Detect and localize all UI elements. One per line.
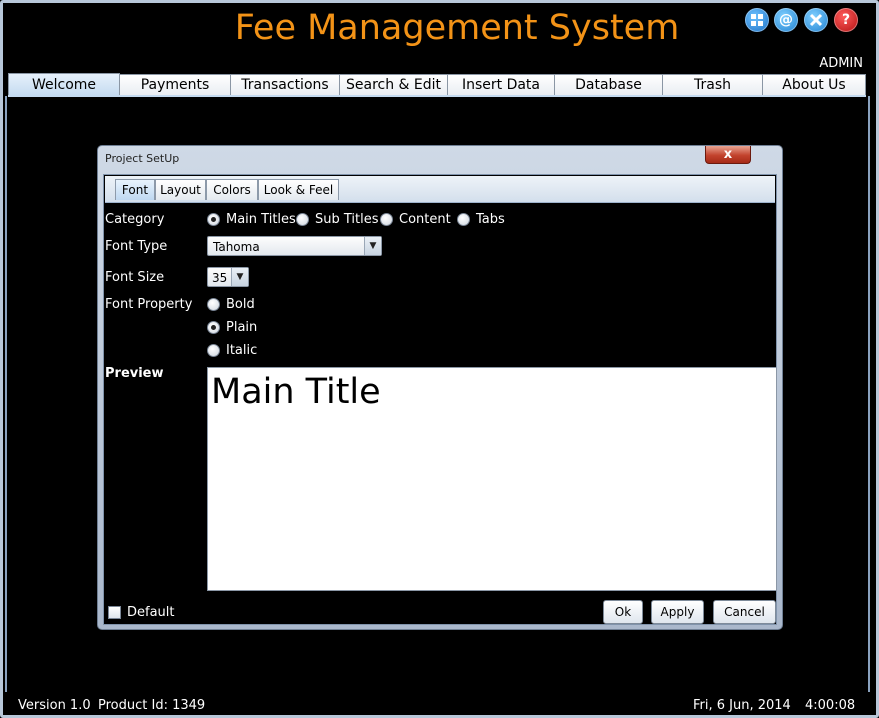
radio-label: Sub Titles	[315, 212, 379, 227]
dialog-title: Project SetUp	[105, 152, 180, 165]
help-icon[interactable]: ?	[834, 8, 858, 32]
tab-search-edit[interactable]: Search & Edit	[339, 74, 448, 95]
main-tabbar: Welcome Payments Transactions Search & E…	[8, 73, 868, 96]
ok-button[interactable]: Ok	[603, 600, 643, 624]
radio-button[interactable]	[207, 213, 220, 226]
tab-database[interactable]: Database	[554, 74, 663, 95]
chevron-down-icon[interactable]: ▼	[364, 237, 381, 255]
radio-button[interactable]	[457, 213, 470, 226]
chevron-down-icon[interactable]: ▼	[231, 268, 248, 286]
radio-button[interactable]	[380, 213, 393, 226]
default-checkbox[interactable]	[108, 606, 121, 619]
radio-label: Plain	[226, 320, 258, 335]
product-id-text: Product Id: 1349	[98, 698, 206, 713]
font-type-value: Tahoma	[213, 240, 260, 254]
version-text: Version 1.0	[18, 698, 91, 713]
radio-label: Main Titles	[226, 212, 296, 227]
project-setup-dialog: Project SetUp x Font Layout Colors Look …	[97, 145, 783, 630]
preview-label: Preview	[105, 366, 164, 381]
radio-button[interactable]	[207, 321, 220, 334]
dialog-body: Font Layout Colors Look & Feel Category …	[103, 174, 777, 625]
font-size-select[interactable]: 35 ▼	[207, 267, 249, 287]
category-main-titles[interactable]: Main Titles	[207, 212, 296, 227]
tab-transactions[interactable]: Transactions	[230, 74, 340, 95]
status-bar: Version 1.0 Product Id: 1349 Fri, 6 Jun,…	[3, 692, 870, 713]
font-size-value: 35	[212, 271, 228, 285]
cancel-button[interactable]: Cancel	[713, 600, 776, 624]
font-property-label: Font Property	[105, 297, 193, 312]
tab-trash[interactable]: Trash	[662, 74, 763, 95]
apply-button[interactable]: Apply	[651, 600, 704, 624]
tab-welcome[interactable]: Welcome	[8, 73, 120, 96]
tab-font[interactable]: Font	[115, 179, 155, 200]
radio-label: Content	[399, 212, 451, 227]
category-sub-titles[interactable]: Sub Titles	[296, 212, 379, 227]
tools-icon[interactable]	[804, 8, 828, 32]
radio-label: Bold	[226, 297, 255, 312]
font-type-select[interactable]: Tahoma ▼	[207, 236, 382, 256]
tab-about-us[interactable]: About Us	[762, 74, 866, 95]
radio-button[interactable]	[207, 344, 220, 357]
preview-panel: Main Title	[207, 367, 777, 591]
radio-button[interactable]	[296, 213, 309, 226]
wrench-glyph	[809, 13, 823, 27]
category-content[interactable]: Content	[380, 212, 451, 227]
category-label: Category	[105, 212, 165, 227]
window-border-right	[868, 96, 870, 692]
default-label: Default	[127, 605, 175, 620]
category-tabs[interactable]: Tabs	[457, 212, 505, 227]
apps-icon[interactable]	[745, 8, 769, 32]
font-property-plain[interactable]: Plain	[207, 320, 257, 335]
font-size-label: Font Size	[105, 270, 165, 285]
current-user: ADMIN	[819, 56, 863, 71]
radio-button[interactable]	[207, 298, 220, 311]
tab-look-and-feel[interactable]: Look & Feel	[258, 179, 339, 200]
radio-label: Tabs	[476, 212, 505, 227]
font-property-bold[interactable]: Bold	[207, 297, 255, 312]
email-icon[interactable]: @	[774, 8, 798, 32]
close-button[interactable]: x	[705, 146, 751, 164]
time-text: 4:00:08	[805, 698, 856, 713]
window-border-left	[5, 96, 7, 692]
font-property-italic[interactable]: Italic	[207, 343, 257, 358]
tab-colors[interactable]: Colors	[206, 179, 258, 200]
radio-label: Italic	[226, 343, 258, 358]
tab-layout[interactable]: Layout	[155, 179, 206, 200]
preview-text: Main Title	[211, 372, 381, 412]
font-type-label: Font Type	[105, 239, 168, 254]
settings-tabbar: Font Layout Colors Look & Feel	[105, 176, 775, 203]
tab-strip-underline	[8, 95, 866, 97]
grid-glyph	[751, 14, 763, 26]
tab-payments[interactable]: Payments	[119, 74, 231, 95]
dialog-titlebar[interactable]: Project SetUp x	[98, 146, 782, 170]
tab-insert-data[interactable]: Insert Data	[447, 74, 555, 95]
date-text: Fri, 6 Jun, 2014	[693, 698, 791, 713]
